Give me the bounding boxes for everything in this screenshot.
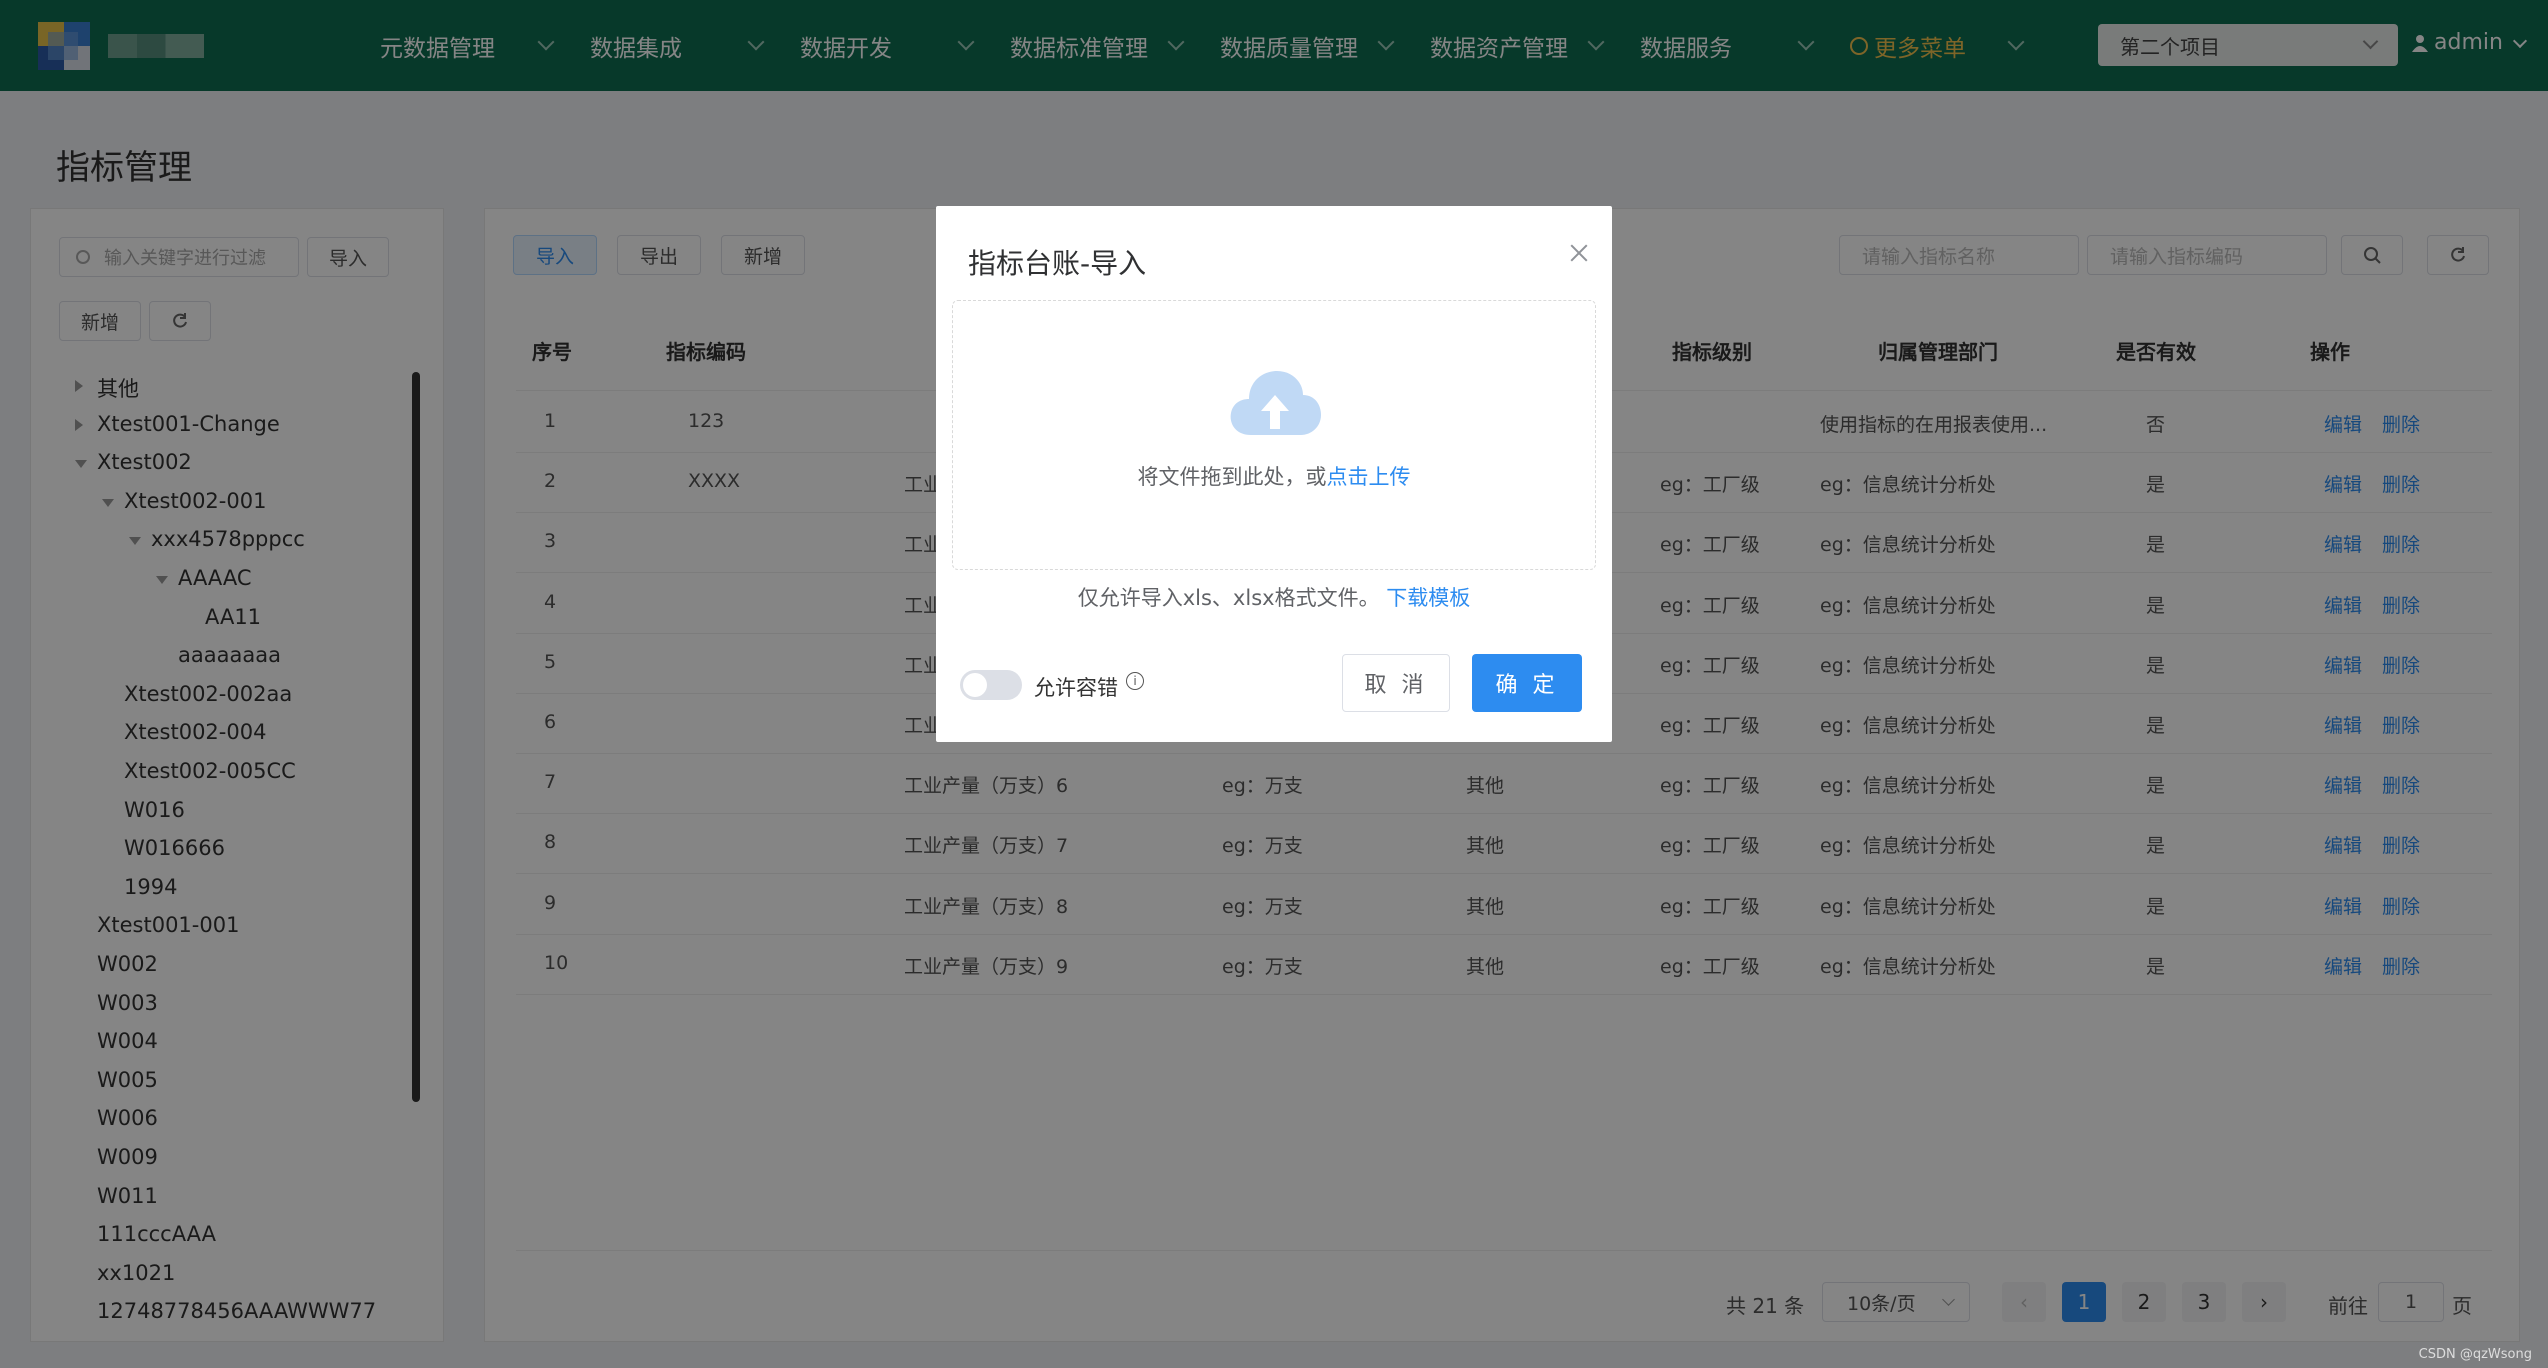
cloud-upload-icon [1230, 371, 1321, 435]
allow-error-switch[interactable] [960, 670, 1022, 700]
download-template-link[interactable]: 下载模板 [1386, 586, 1470, 610]
drop-text: 将文件拖到此处，或点击上传 [953, 461, 1595, 491]
allow-error-label: 允许容错 [1034, 676, 1118, 700]
tip-text: 仅允许导入xls、xlsx格式文件。 [1077, 586, 1380, 610]
upload-tip: 仅允许导入xls、xlsx格式文件。 下载模板 [936, 582, 1612, 612]
click-upload-link[interactable]: 点击上传 [1327, 465, 1411, 489]
import-dialog: 指标台账-导入 将文件拖到此处，或点击上传 仅允许导入xls、xlsx格式文件。… [936, 206, 1612, 742]
confirm-button[interactable]: 确 定 [1472, 654, 1582, 712]
watermark: CSDN @qzWsong [2418, 1347, 2532, 1362]
info-icon[interactable]: i [1126, 672, 1144, 690]
cancel-button[interactable]: 取 消 [1342, 654, 1450, 712]
dialog-title: 指标台账-导入 [968, 247, 1147, 280]
close-icon[interactable] [1568, 242, 1590, 264]
drop-instruction: 将文件拖到此处，或 [1137, 465, 1327, 489]
upload-dropzone[interactable]: 将文件拖到此处，或点击上传 [952, 300, 1596, 570]
